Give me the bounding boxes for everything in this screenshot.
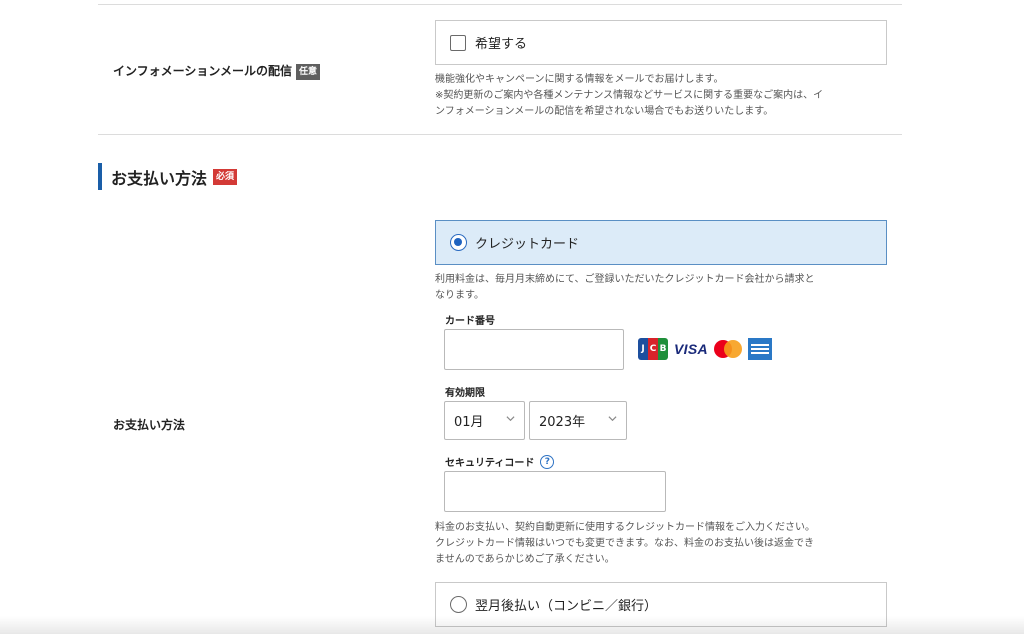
card-number-input[interactable] (444, 329, 624, 370)
jcb-letter: J (638, 338, 648, 360)
deferred-payment-radio[interactable] (450, 596, 467, 613)
payment-section-title-text: お支払い方法 (111, 168, 208, 188)
credit-card-note-line: 利用料金は、毎月月末締めにて、ご登録いただいたクレジットカード会社から請求と (435, 274, 815, 285)
security-code-input[interactable] (444, 471, 666, 512)
jcb-letter: C (648, 338, 658, 360)
info-mail-note-line: 機能強化やキャンペーンに関する情報をメールでお届けします。 (435, 74, 724, 85)
expiry-label: 有効期限 (445, 388, 485, 399)
card-number-label: カード番号 (445, 316, 495, 327)
mastercard-icon (713, 340, 742, 358)
expiry-month-value: 01月 (454, 415, 484, 430)
jcb-letter: B (658, 338, 668, 360)
credit-card-option[interactable]: クレジットカード (435, 220, 887, 265)
card-brand-logos: J C B VISA (638, 338, 778, 360)
payment-section-title: お支払い方法 必須 (98, 163, 238, 190)
expiry-year-value: 2023年 (539, 415, 586, 430)
chevron-down-icon (506, 416, 515, 422)
info-mail-row-label: インフォメーションメールの配信 任意 (113, 62, 321, 80)
expiry-month-select[interactable]: 01月 (444, 401, 525, 440)
credit-card-note: 利用料金は、毎月月末締めにて、ご登録いただいたクレジットカード会社から請求と な… (435, 272, 891, 304)
help-icon[interactable]: ? (540, 454, 555, 469)
info-mail-label: インフォメーションメールの配信 (113, 64, 293, 78)
credit-card-option-label: クレジットカード (475, 237, 580, 252)
deferred-payment-option[interactable]: 翌月後払い（コンビニ／銀行） (435, 582, 887, 627)
credit-card-radio[interactable] (450, 234, 467, 251)
credit-card-footer-note: 料金のお支払い、契約自動更新に使用するクレジットカード情報をご入力ください。 ク… (435, 520, 891, 568)
jcb-icon: J C B (638, 338, 668, 360)
credit-card-note-line: なります。 (435, 290, 484, 301)
credit-card-footer-line: クレジットカード情報はいつでも変更できます。なお、料金のお支払い後は返金でき (435, 538, 814, 549)
chevron-down-icon (608, 416, 617, 422)
amex-icon (747, 338, 772, 360)
top-divider (98, 4, 902, 5)
section-divider (98, 134, 902, 135)
optional-badge: 任意 (296, 64, 321, 80)
info-mail-note: 機能強化やキャンペーンに関する情報をメールでお届けします。 ※契約更新のご案内や… (435, 72, 891, 120)
info-mail-note-line: ※契約更新のご案内や各種メンテナンス情報などサービスに関する重要なご案内は、イ (435, 90, 824, 101)
info-mail-checkbox-option[interactable]: 希望する (435, 20, 887, 65)
expiry-year-select[interactable]: 2023年 (529, 401, 627, 440)
info-mail-checkbox[interactable] (450, 34, 466, 51)
payment-row-label: お支払い方法 (113, 418, 186, 432)
required-badge: 必須 (213, 168, 238, 185)
info-mail-checkbox-label: 希望する (475, 37, 528, 52)
security-code-label-row: セキュリティコード ? (445, 454, 555, 469)
credit-card-footer-line: 料金のお支払い、契約自動更新に使用するクレジットカード情報をご入力ください。 (435, 522, 815, 533)
security-code-label: セキュリティコード (445, 458, 535, 469)
credit-card-footer-line: ませんのであらかじめご了承ください。 (435, 554, 615, 565)
info-mail-note-line: ンフォメーションメールの配信を希望されない場合でもお送りいたします。 (435, 106, 774, 117)
visa-icon: VISA (674, 341, 708, 357)
deferred-payment-option-label: 翌月後払い（コンビニ／銀行） (475, 599, 658, 614)
